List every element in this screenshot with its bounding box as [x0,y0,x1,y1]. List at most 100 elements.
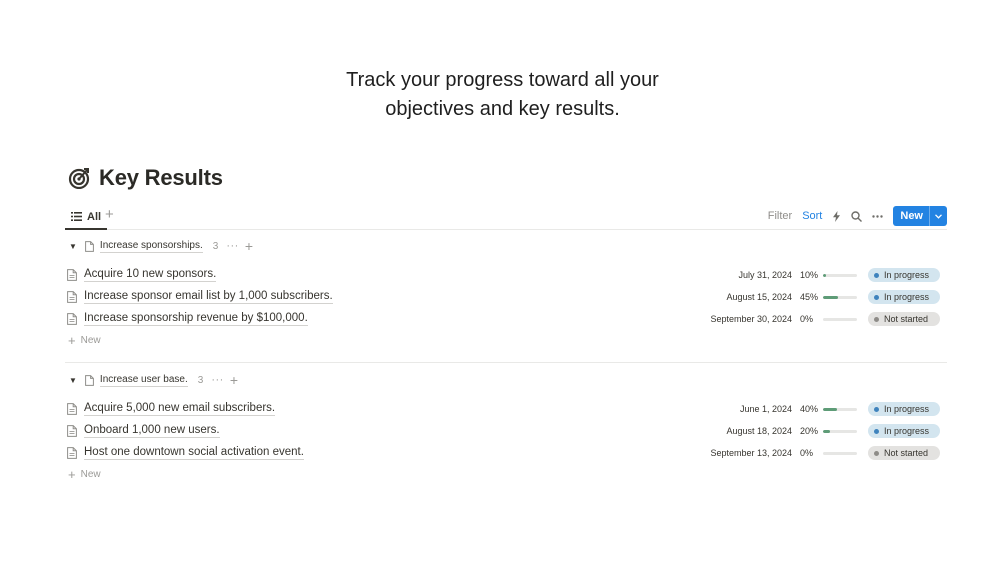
table-row[interactable]: Acquire 10 new sponsors. July 31, 2024 1… [65,264,947,286]
collapse-triangle-icon[interactable]: ▼ [69,376,77,385]
add-view-icon[interactable]: + [105,207,114,223]
more-options-icon[interactable]: ··· [226,240,239,252]
page-icon [67,403,77,415]
table-row[interactable]: Acquire 5,000 new email subscribers. Jun… [65,398,947,420]
row-date: August 18, 2024 [726,426,792,436]
plus-icon: + [68,466,76,482]
page-icon [85,374,94,386]
group-count: 3 [212,240,219,252]
status-badge[interactable]: In progress [868,402,940,416]
row-date: September 30, 2024 [710,314,792,324]
status-label: Not started [884,314,929,324]
new-button[interactable]: New [893,206,947,226]
status-badge[interactable]: Not started [868,446,940,460]
headline-line-1: Track your progress toward all your [346,69,659,91]
headline-line-2: objectives and key results. [385,98,620,120]
add-new-label: New [80,468,101,480]
status-label: In progress [884,426,930,436]
table-row[interactable]: Increase sponsor email list by 1,000 sub… [65,286,947,308]
group-header[interactable]: ▼ Increase sponsorships. 3 ··· + [65,236,947,256]
row-title[interactable]: Increase sponsorship revenue by $100,000… [84,312,308,326]
progress-fill [823,430,830,433]
status-label: In progress [884,270,930,280]
plus-icon: + [68,332,76,348]
status-label: Not started [884,448,929,458]
status-dot [874,428,879,434]
status-label: In progress [884,292,930,302]
toolbar: Filter Sort New [758,205,947,227]
status-badge[interactable]: Not started [868,312,940,326]
more-options-icon[interactable] [872,214,884,218]
group-count: 3 [197,374,204,386]
status-label: In progress [884,404,930,414]
add-new-label: New [80,334,101,346]
new-button-label: New [900,210,923,222]
page-icon [67,425,77,437]
row-title[interactable]: Acquire 5,000 new email subscribers. [84,402,276,416]
status-dot [874,450,879,456]
row-title[interactable]: Increase sponsor email list by 1,000 sub… [84,290,333,304]
group-name[interactable]: Increase user base. [99,374,188,387]
status-dot [874,316,879,322]
progress-bar [823,274,857,277]
group-divider [65,362,947,363]
status-badge[interactable]: In progress [868,290,940,304]
table-row[interactable]: Onboard 1,000 new users. August 18, 2024… [65,420,947,442]
page-icon [67,269,77,281]
page-icon [67,291,77,303]
page-icon [67,313,77,325]
progress-fill [823,408,837,411]
row-title[interactable]: Host one downtown social activation even… [84,446,304,460]
row-date: September 13, 2024 [710,448,792,458]
row-title[interactable]: Onboard 1,000 new users. [84,424,220,438]
collapse-triangle-icon[interactable]: ▼ [69,242,77,251]
progress-fill [823,274,827,277]
row-progress-label: 40% [800,404,819,414]
group-header[interactable]: ▼ Increase user base. 3 ··· + [65,370,947,390]
progress-bar [823,296,857,299]
page-icon [85,240,94,252]
row-progress-label: 45% [800,292,819,302]
target-icon [68,168,90,189]
group-increase-user-base: ▼ Increase user base. 3 ··· + Acquire 5,… [65,370,947,484]
row-title[interactable]: Acquire 10 new sponsors. [84,268,217,282]
tab-all-label: All [87,210,102,223]
progress-fill [823,296,839,299]
automation-icon[interactable] [832,210,841,222]
page-icon [67,447,77,459]
row-date: July 31, 2024 [738,270,792,280]
status-badge[interactable]: In progress [868,268,940,282]
view-bar: All + Filter Sort New [65,205,947,230]
row-date: August 15, 2024 [726,292,792,302]
progress-bar [823,318,857,321]
more-options-icon[interactable]: ··· [211,374,224,386]
row-progress-label: 20% [800,426,819,436]
add-new-row[interactable]: + New [65,464,947,484]
row-progress-label: 0% [800,314,814,324]
page-title: Key Results [99,165,223,190]
add-icon[interactable]: + [230,372,238,388]
status-badge[interactable]: In progress [868,424,940,438]
headline: Track your progress toward all your obje… [0,66,1005,124]
progress-bar [823,452,857,455]
table-row[interactable]: Host one downtown social activation even… [65,442,947,464]
table-row[interactable]: Increase sponsorship revenue by $100,000… [65,308,947,330]
row-date: June 1, 2024 [739,404,792,414]
add-new-row[interactable]: + New [65,330,947,350]
status-dot [874,272,879,278]
list-icon [71,212,82,221]
status-dot [874,294,879,300]
progress-bar [823,408,857,411]
row-progress-label: 10% [800,270,819,280]
progress-bar [823,430,857,433]
group-increase-sponsorships: ▼ Increase sponsorships. 3 ··· + Acquire… [65,236,947,350]
group-name[interactable]: Increase sponsorships. [99,240,203,253]
status-dot [874,406,879,412]
chevron-down-icon[interactable] [929,206,947,226]
database-title: Key Results [68,165,223,191]
filter-button[interactable]: Filter [768,210,792,222]
search-icon[interactable] [851,210,863,222]
add-icon[interactable]: + [245,238,253,254]
sort-button[interactable]: Sort [802,210,822,222]
tab-all[interactable]: All [65,205,108,230]
